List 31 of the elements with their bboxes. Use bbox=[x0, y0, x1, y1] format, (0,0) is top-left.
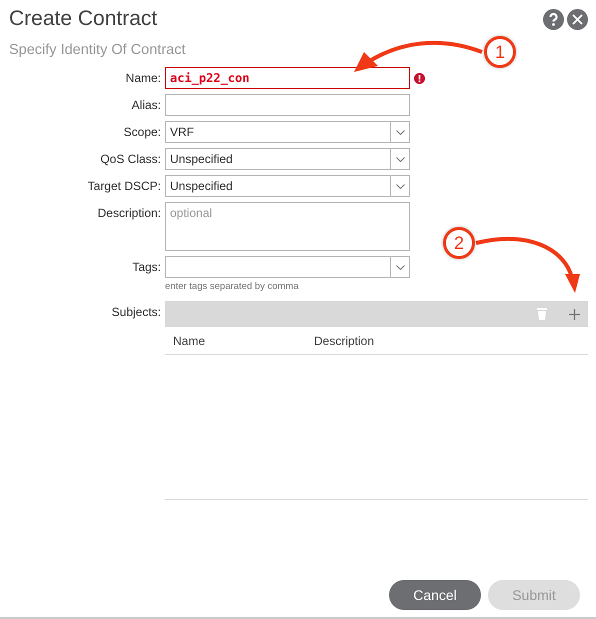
close-icon[interactable] bbox=[567, 8, 588, 30]
column-header: Name bbox=[173, 334, 206, 348]
chevron-down-icon bbox=[396, 184, 404, 188]
chevron-down-icon bbox=[396, 264, 404, 270]
dropdown-field[interactable] bbox=[165, 256, 410, 278]
column-header: Description bbox=[314, 334, 376, 348]
help-icon[interactable] bbox=[543, 8, 564, 30]
error-icon bbox=[414, 73, 425, 84]
dropdown-field[interactable]: VRF bbox=[165, 121, 410, 143]
chevron-down-icon bbox=[396, 130, 404, 134]
chevron-down-icon bbox=[396, 156, 404, 162]
dropdown-field[interactable]: Unspecified bbox=[165, 175, 410, 197]
action-button[interactable]: Cancel bbox=[389, 580, 481, 610]
field-label: Description: bbox=[96, 205, 161, 220]
dialog-title: Create Contract bbox=[9, 7, 158, 31]
field-label: Scope: bbox=[122, 124, 161, 139]
input-field[interactable] bbox=[165, 94, 410, 116]
field-hint: enter tags separated by comma bbox=[165, 281, 300, 292]
field-label: Target DSCP: bbox=[86, 178, 161, 193]
dropdown-field[interactable]: Unspecified bbox=[165, 148, 410, 170]
field-label: Subjects: bbox=[110, 304, 161, 319]
callout-number: 2 bbox=[443, 227, 475, 259]
field-label: Alias: bbox=[130, 97, 161, 112]
field-label: Tags: bbox=[131, 259, 161, 274]
field-label: Name: bbox=[124, 70, 161, 85]
text-area[interactable]: optional bbox=[165, 202, 410, 251]
dialog-subtitle: Specify Identity Of Contract bbox=[9, 42, 186, 58]
callout-number: 1 bbox=[484, 36, 516, 68]
add-icon[interactable] bbox=[569, 308, 580, 320]
field-label: QoS Class: bbox=[99, 151, 161, 166]
input-field[interactable]: aci_p22_con bbox=[165, 67, 410, 89]
